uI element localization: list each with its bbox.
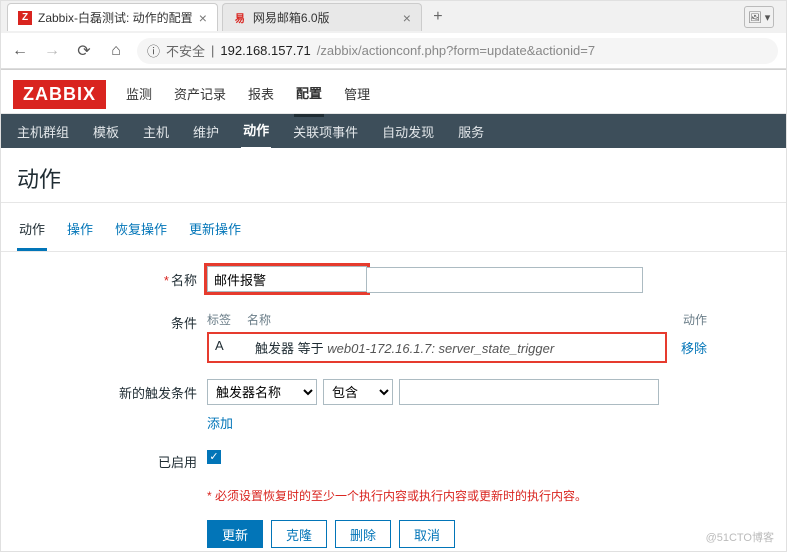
sub-nav: 主机群组 模板 主机 维护 动作 关联项事件 自动发现 服务 xyxy=(1,114,786,148)
address-bar[interactable]: ⓘ 不安全 | 192.168.157.71/zabbix/actionconf… xyxy=(137,38,778,64)
enabled-checkbox[interactable]: ✓ xyxy=(207,450,221,464)
image-dropdown-button[interactable]: 🖼 ▾ xyxy=(744,6,774,28)
tab-update[interactable]: 更新操作 xyxy=(187,211,243,251)
cond-col-action: 动作 xyxy=(667,311,707,328)
new-condition-label: 新的触发条件 xyxy=(17,379,207,402)
url-host: 192.168.157.71 xyxy=(220,43,310,58)
tab-operations[interactable]: 操作 xyxy=(65,211,95,251)
zabbix-favicon: Z xyxy=(18,11,32,25)
clone-button[interactable]: 克隆 xyxy=(271,520,327,548)
subnav-templates[interactable]: 模板 xyxy=(91,114,121,149)
subnav-hostgroups[interactable]: 主机群组 xyxy=(15,114,71,149)
condition-type-select[interactable]: 触发器名称 xyxy=(207,379,317,405)
main-nav: 监测 资产记录 报表 配置 管理 xyxy=(124,73,372,117)
new-tab-button[interactable]: + xyxy=(426,5,450,29)
page-tabs: 动作 操作 恢复操作 更新操作 xyxy=(1,203,786,252)
watermark: @51CTO博客 xyxy=(706,529,774,545)
tab-recovery[interactable]: 恢复操作 xyxy=(113,211,169,251)
nav-inventory[interactable]: 资产记录 xyxy=(172,74,228,115)
browser-tab-inactive[interactable]: 易 网易邮箱6.0版 × xyxy=(222,3,422,31)
nav-monitoring[interactable]: 监测 xyxy=(124,74,154,115)
tab-title: 网易邮箱6.0版 xyxy=(253,9,330,26)
zabbix-logo[interactable]: ZABBIX xyxy=(13,80,106,109)
info-text: * 必须设置恢复时的至少一个执行内容或执行内容或更新时的执行内容。 xyxy=(207,487,707,504)
home-button[interactable]: ⌂ xyxy=(105,40,127,62)
browser-tab-active[interactable]: Z Zabbix-白磊测试: 动作的配置 × xyxy=(7,3,218,31)
nav-reports[interactable]: 报表 xyxy=(246,74,276,115)
nav-administration[interactable]: 管理 xyxy=(342,74,372,115)
subnav-actions[interactable]: 动作 xyxy=(241,112,271,150)
update-button[interactable]: 更新 xyxy=(207,520,263,548)
close-icon[interactable]: × xyxy=(403,10,411,26)
condition-tag: A xyxy=(215,338,255,357)
nav-configuration[interactable]: 配置 xyxy=(294,73,324,117)
divider: | xyxy=(211,43,214,58)
insecure-label: 不安全 xyxy=(166,41,205,60)
remove-condition-link[interactable]: 移除 xyxy=(681,341,707,356)
page-title: 动作 xyxy=(1,148,786,203)
browser-chrome: Z Zabbix-白磊测试: 动作的配置 × 易 网易邮箱6.0版 × + 🖼 … xyxy=(1,1,786,70)
cond-col-name: 名称 xyxy=(247,311,667,328)
conditions-label: 条件 xyxy=(17,309,207,332)
delete-button[interactable]: 删除 xyxy=(335,520,391,548)
close-icon[interactable]: × xyxy=(199,10,207,26)
cancel-button[interactable]: 取消 xyxy=(399,520,455,548)
enabled-label: 已启用 xyxy=(17,448,207,471)
tab-action[interactable]: 动作 xyxy=(17,211,47,251)
condition-name: 触发器 等于 web01-172.16.1.7: server_state_tr… xyxy=(255,338,659,357)
subnav-hosts[interactable]: 主机 xyxy=(141,114,171,149)
tab-title: Zabbix-白磊测试: 动作的配置 xyxy=(38,9,193,26)
forward-button[interactable]: → xyxy=(41,40,63,62)
name-label: *名称 xyxy=(17,266,207,289)
name-input-ext[interactable] xyxy=(367,267,643,293)
form-area: *名称 条件 标签 名称 动作 A 触发器 等于 web01-172.16.1.… xyxy=(1,252,786,552)
name-input[interactable] xyxy=(207,266,367,292)
add-condition-link[interactable]: 添加 xyxy=(207,416,233,431)
zabbix-header: ZABBIX 监测 资产记录 报表 配置 管理 xyxy=(1,70,786,114)
condition-op-select[interactable]: 包含 xyxy=(323,379,393,405)
subnav-event-correlation[interactable]: 关联项事件 xyxy=(291,114,360,149)
info-icon: ⓘ xyxy=(147,41,160,60)
subnav-services[interactable]: 服务 xyxy=(456,114,486,149)
subnav-discovery[interactable]: 自动发现 xyxy=(380,114,436,149)
back-button[interactable]: ← xyxy=(9,40,31,62)
condition-value-input[interactable] xyxy=(399,379,659,405)
subnav-maintenance[interactable]: 维护 xyxy=(191,114,221,149)
url-path: /zabbix/actionconf.php?form=update&actio… xyxy=(317,43,595,58)
mail-favicon: 易 xyxy=(233,11,247,25)
cond-col-tag: 标签 xyxy=(207,311,247,328)
reload-button[interactable]: ⟳ xyxy=(73,40,95,62)
